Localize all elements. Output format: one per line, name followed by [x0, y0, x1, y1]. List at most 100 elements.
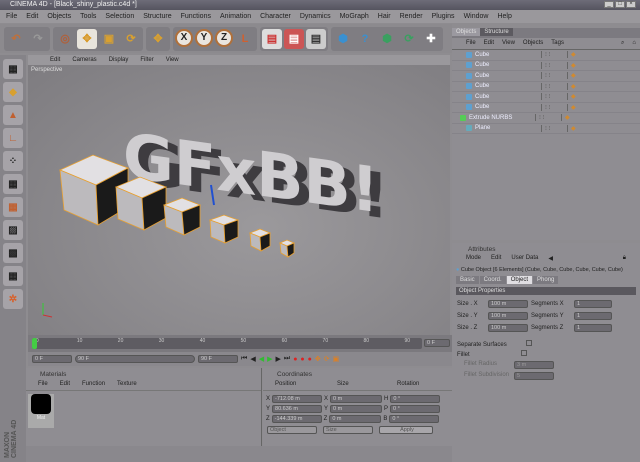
visibility-dots-icon[interactable]: ⁝ ⁝: [541, 124, 561, 132]
deformer-icon[interactable]: ✚: [421, 29, 441, 49]
texture-tag-icon[interactable]: ◆: [567, 82, 576, 90]
maximize-button[interactable]: □: [615, 1, 625, 8]
tab-object[interactable]: Object: [506, 276, 533, 284]
search-icon[interactable]: ⌕: [621, 38, 624, 49]
menu-window[interactable]: Window: [464, 10, 489, 23]
visibility-dots-icon[interactable]: ⁝ ⁝: [541, 103, 561, 111]
om-menu-file[interactable]: File: [466, 38, 476, 49]
current-frame-field[interactable]: 0 F: [424, 339, 450, 347]
texture-tag-icon[interactable]: ◆: [567, 103, 576, 111]
size-field[interactable]: 100 m: [488, 300, 528, 308]
edges-mode-icon[interactable]: ▦: [3, 174, 23, 194]
next-frame-icon[interactable]: ▶: [275, 355, 280, 363]
move-icon[interactable]: ✥: [77, 28, 97, 49]
mat-menu-function[interactable]: Function: [82, 381, 105, 387]
menu-objects[interactable]: Objects: [47, 10, 71, 23]
redo-icon[interactable]: ↷: [28, 29, 48, 49]
x-axis-lock-button[interactable]: X: [175, 28, 193, 47]
fillet-radius-field[interactable]: 3 m: [514, 361, 554, 369]
menu-file[interactable]: File: [6, 10, 17, 23]
menu-structure[interactable]: Structure: [143, 10, 171, 23]
visibility-dots-icon[interactable]: ⁝ ⁝: [541, 61, 561, 69]
visibility-dots-icon[interactable]: ⁝ ⁝: [541, 51, 561, 59]
position-field[interactable]: -144.339 m: [271, 415, 322, 423]
object-row[interactable]: Cube ⁝ ⁝ ◆: [452, 50, 640, 61]
menu-character[interactable]: Character: [260, 10, 291, 23]
nurbs-icon[interactable]: ⬢: [377, 29, 397, 49]
start-frame-field[interactable]: 0 F: [32, 355, 72, 363]
coordinate-system-icon[interactable]: L: [235, 29, 255, 49]
keyframe-selection-icon[interactable]: ●: [308, 356, 312, 363]
object-mode-icon[interactable]: ◆: [3, 82, 23, 102]
cube-primitive-icon[interactable]: ⬢: [333, 29, 353, 49]
object-row[interactable]: Cube ⁝ ⁝ ◆: [452, 92, 640, 103]
menu-dynamics[interactable]: Dynamics: [300, 10, 331, 23]
attr-menu-mode[interactable]: Mode: [466, 255, 481, 262]
back-arrow-icon[interactable]: ◀: [548, 255, 553, 262]
segments-field[interactable]: 1: [574, 324, 612, 332]
object-row[interactable]: Plane ⁝ ⁝ ◆: [452, 124, 640, 134]
object-row[interactable]: Cube ⁝ ⁝ ◆: [452, 103, 640, 113]
tweak-mode-icon[interactable]: ▨: [3, 220, 23, 240]
undo-icon[interactable]: ↶: [6, 29, 26, 49]
lock-icon[interactable]: 🔒︎: [623, 255, 626, 262]
go-to-end-icon[interactable]: ⏭: [284, 355, 290, 363]
separate-surfaces-checkbox[interactable]: [526, 340, 533, 346]
rotation-field[interactable]: 0 °: [390, 405, 441, 413]
mat-menu-texture[interactable]: Texture: [117, 381, 137, 387]
size-field[interactable]: 100 m: [488, 312, 528, 320]
menu-animation[interactable]: Animation: [220, 10, 251, 23]
object-row[interactable]: Cube ⁝ ⁝ ◆: [452, 71, 640, 82]
home-icon[interactable]: ⌂: [632, 38, 640, 49]
model-mode-icon[interactable]: ▦: [3, 59, 23, 79]
minimize-button[interactable]: _: [604, 1, 614, 8]
render-picture-viewer-icon[interactable]: ▤: [284, 28, 304, 49]
end-frame-field[interactable]: 90 F: [198, 355, 238, 363]
rotation-field[interactable]: 0 °: [389, 415, 440, 423]
polygons-mode-icon[interactable]: ▦: [3, 197, 23, 217]
vp-menu-view[interactable]: View: [166, 55, 179, 65]
viewport[interactable]: Edit Cameras Display Filter View Perspective…: [28, 55, 450, 335]
fillet-subdivision-field[interactable]: 5: [514, 372, 554, 380]
vp-menu-display[interactable]: Display: [109, 55, 129, 65]
texture-tag-icon[interactable]: ◆: [567, 93, 576, 101]
tab-structure[interactable]: Structure: [480, 28, 513, 36]
record-icon[interactable]: ●: [293, 356, 297, 363]
tab-objects[interactable]: Objects: [452, 28, 481, 36]
menu-selection[interactable]: Selection: [105, 10, 134, 23]
points-mode-icon[interactable]: ⁘: [3, 151, 23, 171]
tab-basic[interactable]: Basic: [456, 276, 479, 284]
size-field[interactable]: 0 m: [330, 395, 383, 403]
rotate-icon[interactable]: ⟳: [121, 29, 141, 49]
menu-tools[interactable]: Tools: [80, 10, 96, 23]
render-view-icon[interactable]: ▤: [262, 28, 282, 49]
object-row[interactable]: Cube ⁝ ⁝ ◆: [452, 61, 640, 71]
menu-render[interactable]: Render: [400, 10, 423, 23]
axis-mode-icon[interactable]: ∟: [3, 128, 23, 148]
texture-tag-icon[interactable]: ◆: [567, 61, 576, 69]
key-rotation-icon[interactable]: ⟳: [324, 355, 330, 363]
world-axis-icon[interactable]: ✥: [148, 29, 168, 49]
menu-functions[interactable]: Functions: [181, 10, 211, 23]
play-icon[interactable]: ▶: [267, 355, 272, 363]
fillet-checkbox[interactable]: [521, 350, 528, 356]
menu-hair[interactable]: Hair: [378, 10, 391, 23]
z-axis-lock-button[interactable]: Z: [215, 28, 233, 47]
workplane-icon[interactable]: ▦: [3, 266, 23, 286]
object-row[interactable]: Cube ⁝ ⁝ ◆: [452, 82, 640, 92]
mat-menu-file[interactable]: File: [38, 381, 48, 387]
tab-phong[interactable]: Phong: [533, 276, 559, 284]
visibility-dots-icon[interactable]: ⁝ ⁝: [535, 114, 555, 122]
menu-mograph[interactable]: MoGraph: [340, 10, 369, 23]
size-mode-select[interactable]: Size: [323, 426, 373, 434]
texture-mode-icon[interactable]: ▲: [3, 105, 23, 125]
vp-menu-filter[interactable]: Filter: [140, 55, 153, 65]
live-select-icon[interactable]: ◎: [55, 29, 75, 49]
close-button[interactable]: ×: [626, 1, 636, 8]
texture-tag-icon[interactable]: ◆: [567, 51, 576, 59]
attr-menu-user-data[interactable]: User Data: [511, 255, 538, 262]
vp-menu-cameras[interactable]: Cameras: [72, 55, 96, 65]
mat-menu-edit[interactable]: Edit: [60, 381, 70, 387]
menu-edit[interactable]: Edit: [26, 10, 38, 23]
size-field[interactable]: 100 m: [488, 324, 528, 332]
